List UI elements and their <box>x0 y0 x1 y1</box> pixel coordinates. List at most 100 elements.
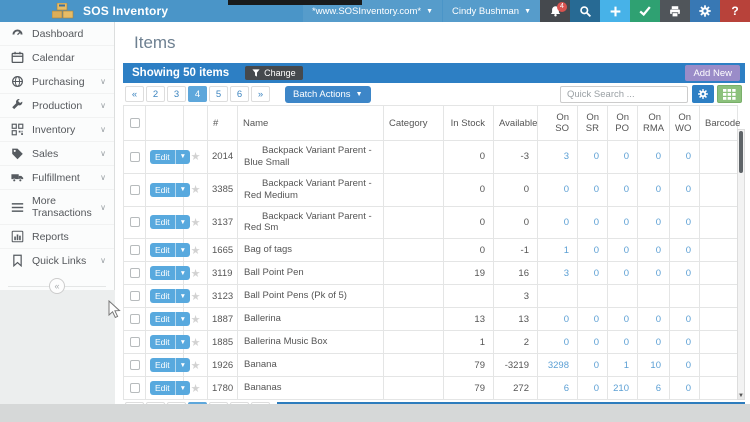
sidebar-item-production[interactable]: Production ∨ <box>0 93 114 117</box>
batch-actions-button[interactable]: Batch Actions ▼ <box>285 86 371 103</box>
edit-dropdown-caret[interactable]: ▼ <box>175 358 190 372</box>
sidebar-item-fulfillment[interactable]: Fulfillment ∨ <box>0 165 114 189</box>
cell-on-wo[interactable] <box>670 285 700 308</box>
scrollbar-thumb[interactable] <box>739 131 743 173</box>
favorite-star-icon[interactable]: ★ <box>191 151 201 163</box>
cell-on-so[interactable]: 0 <box>538 308 578 331</box>
cell-on-rma[interactable]: 0 <box>638 239 670 262</box>
edit-dropdown-caret[interactable]: ▼ <box>175 381 190 395</box>
edit-dropdown-caret[interactable]: ▼ <box>175 215 190 229</box>
sidebar-item-inventory[interactable]: Inventory ∨ <box>0 117 114 141</box>
favorite-star-icon[interactable]: ★ <box>191 268 201 280</box>
edit-dropdown-caret[interactable]: ▼ <box>175 243 190 257</box>
cell-on-rma[interactable]: 0 <box>638 173 670 206</box>
column-header-on-rma[interactable]: On RMA <box>638 106 670 141</box>
cell-on-po[interactable]: 0 <box>608 262 638 285</box>
sidebar-item-dashboard[interactable]: Dashboard <box>0 22 114 45</box>
add-new-button[interactable]: Add New <box>685 65 740 81</box>
cell-on-so[interactable]: 0 <box>538 331 578 354</box>
sidebar-item-more-transactions[interactable]: More Transactions ∨ <box>0 189 114 224</box>
cell-on-so[interactable]: 0 <box>538 206 578 239</box>
row-checkbox[interactable] <box>130 291 140 301</box>
cell-on-po[interactable]: 0 <box>608 206 638 239</box>
edit-button[interactable]: Edit▼ <box>150 289 190 303</box>
cell-on-wo[interactable]: 0 <box>670 377 700 400</box>
settings-button[interactable] <box>690 0 720 22</box>
edit-button[interactable]: Edit▼ <box>150 150 190 164</box>
page-button-«[interactable]: « <box>125 86 144 102</box>
search-button[interactable] <box>570 0 600 22</box>
cell-on-wo[interactable]: 0 <box>670 354 700 377</box>
cell-on-sr[interactable]: 0 <box>578 173 608 206</box>
column-header-barcode[interactable]: Barcode <box>700 106 738 141</box>
print-button[interactable] <box>660 0 690 22</box>
row-checkbox[interactable] <box>130 185 140 195</box>
cell-on-sr[interactable]: 0 <box>578 239 608 262</box>
cell-on-so[interactable]: 1 <box>538 239 578 262</box>
cell-on-rma[interactable]: 0 <box>638 141 670 174</box>
sidebar-item-reports[interactable]: Reports <box>0 224 114 248</box>
help-button[interactable]: ? <box>720 0 750 22</box>
cell-on-po[interactable]: 0 <box>608 239 638 262</box>
cell-on-wo[interactable]: 0 <box>670 308 700 331</box>
sidebar-item-purchasing[interactable]: Purchasing ∨ <box>0 69 114 93</box>
column-header-on-so[interactable]: On SO <box>538 106 578 141</box>
page-button-5[interactable]: 5 <box>209 86 228 102</box>
cell-on-wo[interactable]: 0 <box>670 173 700 206</box>
cell-on-so[interactable]: 3 <box>538 262 578 285</box>
cell-on-so[interactable]: 6 <box>538 377 578 400</box>
grid-settings-button[interactable] <box>692 85 714 103</box>
edit-dropdown-caret[interactable]: ▼ <box>175 312 190 326</box>
favorite-star-icon[interactable]: ★ <box>191 245 201 257</box>
cell-on-wo[interactable]: 0 <box>670 141 700 174</box>
favorite-star-icon[interactable]: ★ <box>191 291 201 303</box>
cell-on-so[interactable]: 3 <box>538 141 578 174</box>
column-header-on-po[interactable]: On PO <box>608 106 638 141</box>
cell-on-po[interactable]: 1 <box>608 354 638 377</box>
row-checkbox[interactable] <box>130 360 140 370</box>
grid-view-button[interactable] <box>717 85 742 103</box>
favorite-star-icon[interactable]: ★ <box>191 314 201 326</box>
cell-on-so[interactable]: 3298 <box>538 354 578 377</box>
cell-on-rma[interactable] <box>638 285 670 308</box>
page-button-4[interactable]: 4 <box>188 86 207 102</box>
cell-on-rma[interactable]: 0 <box>638 331 670 354</box>
app-logo[interactable]: SOS Inventory <box>0 3 168 19</box>
edit-button[interactable]: Edit▼ <box>150 335 190 349</box>
edit-button[interactable]: Edit▼ <box>150 243 190 257</box>
row-checkbox[interactable] <box>130 314 140 324</box>
edit-button[interactable]: Edit▼ <box>150 381 190 395</box>
cell-on-wo[interactable]: 0 <box>670 206 700 239</box>
column-header-category[interactable]: Category <box>384 106 444 141</box>
column-header-name[interactable]: Name <box>238 106 384 141</box>
page-button-3[interactable]: 3 <box>167 86 186 102</box>
favorite-star-icon[interactable]: ★ <box>191 383 201 395</box>
favorite-star-icon[interactable]: ★ <box>191 217 201 229</box>
column-header-available[interactable]: Available <box>494 106 538 141</box>
edit-button[interactable]: Edit▼ <box>150 312 190 326</box>
cell-on-sr[interactable]: 0 <box>578 308 608 331</box>
user-menu-dropdown[interactable]: Cindy Bushman ▼ <box>443 0 540 22</box>
sidebar-item-sales[interactable]: Sales ∨ <box>0 141 114 165</box>
quick-search-input[interactable] <box>560 86 688 103</box>
add-new-quick-button[interactable] <box>600 0 630 22</box>
favorite-star-icon[interactable]: ★ <box>191 337 201 349</box>
edit-dropdown-caret[interactable]: ▼ <box>175 335 190 349</box>
scrollbar-down-arrow[interactable]: ▼ <box>738 393 744 399</box>
cell-on-sr[interactable]: 0 <box>578 141 608 174</box>
page-button-»[interactable]: » <box>251 86 270 102</box>
cell-on-rma[interactable]: 10 <box>638 354 670 377</box>
cell-on-rma[interactable]: 0 <box>638 206 670 239</box>
edit-button[interactable]: Edit▼ <box>150 215 190 229</box>
select-all-checkbox[interactable] <box>130 118 140 128</box>
column-header-on-wo[interactable]: On WO <box>670 106 700 141</box>
cell-on-rma[interactable]: 0 <box>638 308 670 331</box>
cell-on-sr[interactable] <box>578 285 608 308</box>
sidebar-item-quick-links[interactable]: Quick Links ∨ <box>0 248 114 272</box>
edit-dropdown-caret[interactable]: ▼ <box>175 150 190 164</box>
favorite-star-icon[interactable]: ★ <box>191 360 201 372</box>
cell-on-so[interactable]: 0 <box>538 173 578 206</box>
favorite-star-icon[interactable]: ★ <box>191 184 201 196</box>
change-filter-button[interactable]: Change <box>245 66 303 80</box>
cell-on-po[interactable] <box>608 285 638 308</box>
